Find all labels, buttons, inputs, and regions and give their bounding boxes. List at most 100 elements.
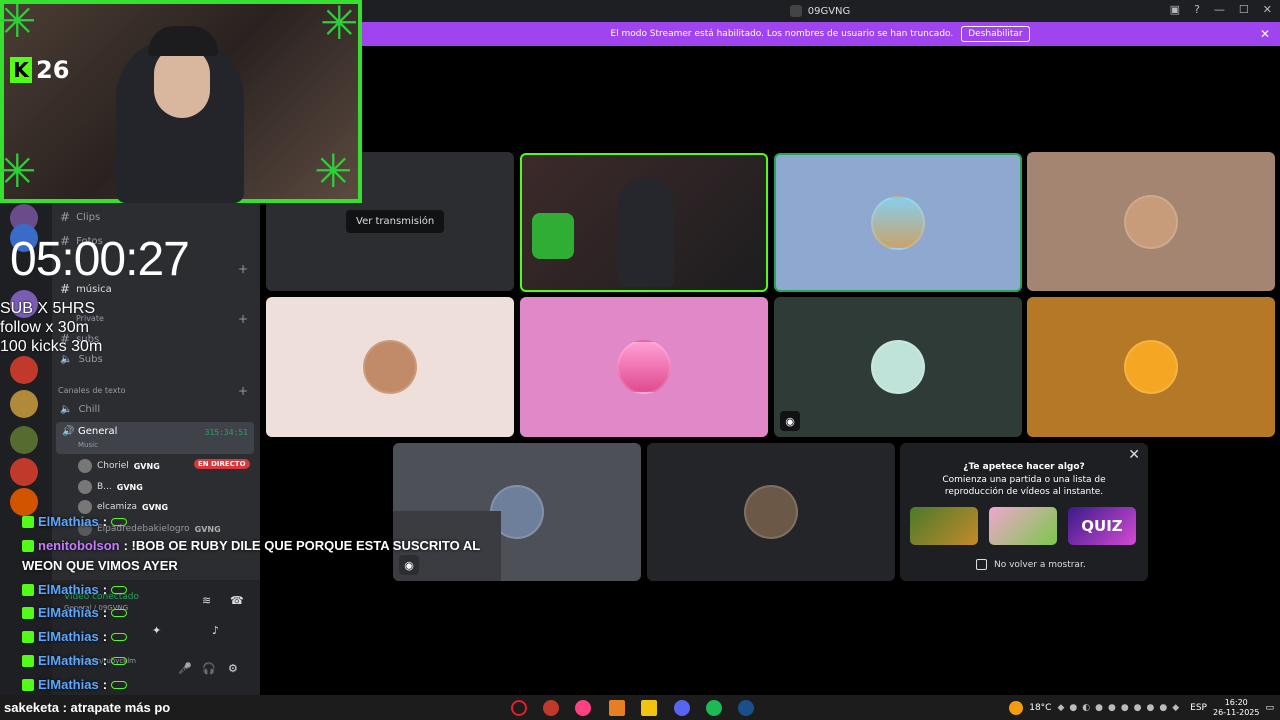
voice-member[interactable]: B... GVNG [78,480,143,494]
server-icon [789,5,802,17]
notification-icon[interactable]: ▭ [1265,703,1274,713]
cap [148,26,218,56]
participant-tile[interactable] [520,297,768,437]
opera-icon[interactable] [511,700,527,716]
close-popup-icon[interactable]: ✕ [1128,447,1140,463]
sub-badge-icon [111,680,128,689]
activity-icon[interactable]: ✦ [152,624,161,637]
guild-icon[interactable] [10,488,38,516]
app-icon[interactable] [609,700,625,716]
app-icon[interactable] [575,700,591,716]
chat-message: ElMathias: [22,677,128,692]
discord-icon[interactable] [674,700,690,716]
add-channel-icon[interactable]: + [238,312,248,326]
face [154,46,210,118]
activity-popup: ✕ ¿Te apetece hacer algo? Comienza una p… [900,443,1148,581]
chat-message: WEON QUE VIMOS AYER [22,558,178,573]
disable-button[interactable]: Deshabilitar [961,26,1030,42]
activity-subtitle: Comienza una partida o una lista de repr… [942,475,1106,497]
disconnect-icon[interactable]: ☎ [230,594,244,607]
weather-icon [1009,700,1024,715]
chat-message: ElMathias: [22,653,128,668]
badge-icon [22,630,34,643]
chat-message: ElMathias: [22,582,128,597]
avatar [871,195,925,250]
file-explorer-icon[interactable] [641,700,657,716]
headset-icon: ◉ [780,411,800,431]
avatar [871,340,925,394]
leaf-icon: ✳ [314,144,353,198]
live-badge: EN DIRECTO [194,459,250,469]
maximize-button[interactable]: ☐ [1239,3,1249,16]
category-text[interactable]: Canales de texto [58,386,126,395]
guild-icon[interactable] [10,458,38,486]
avatar [744,485,798,539]
avatar [1124,340,1178,394]
clock[interactable]: 16:20 26-11-2025 [1213,698,1260,718]
streamer-mode-banner: El modo Streamer está habilitado. Los no… [360,22,1280,46]
game-card[interactable] [910,507,978,545]
add-channel-icon[interactable]: + [238,262,248,276]
checkbox[interactable] [976,559,987,570]
window-title: 09GVNG [807,5,851,17]
voice-member[interactable]: elcamiza GVNG [78,500,168,514]
participant-tile[interactable] [774,153,1022,292]
activity-title: ¿Te apetece hacer algo? [963,462,1085,472]
close-button[interactable]: ✕ [1263,3,1272,16]
guild-icon[interactable] [10,426,38,454]
streamer-video-tile[interactable] [520,153,768,292]
participant-tile[interactable]: ◉ [774,297,1022,437]
sub-badge-icon [111,608,128,617]
help-icon[interactable]: ? [1194,3,1200,16]
headset-icon: ◉ [399,555,419,575]
hash-icon: # [60,210,71,224]
leaf-icon: ✳ [0,144,37,198]
subathon-timer: 05:00:27 [10,233,190,286]
quiz-game-card[interactable]: QUIZ [1068,507,1136,545]
voice-member[interactable]: Choriel GVNG [78,459,160,473]
minimize-button[interactable]: — [1214,3,1225,16]
chat-message: nenitobolson: !BOB OE RUBY DILE QUE PORQ… [22,538,480,553]
participant-tile[interactable] [266,297,514,437]
participant-tile[interactable] [1027,297,1275,437]
call-timer: 315:34:51 [204,428,248,437]
chat-message: ElMathias: [22,605,128,620]
dont-show-again[interactable]: No volver a mostrar. [976,559,1086,570]
guild-icon[interactable] [10,390,38,418]
guild-icon[interactable] [10,356,38,384]
channel-clips[interactable]: # Clips [60,210,100,224]
headphones-icon[interactable]: 🎧 [202,662,216,675]
noise-suppression-icon[interactable]: ≋ [202,594,211,607]
participant-tile[interactable]: ◉ [393,443,641,581]
inbox-icon[interactable]: ▣ [1170,3,1180,16]
language-indicator[interactable]: ESP [1190,703,1207,713]
badge-icon [22,654,34,667]
add-channel-icon[interactable]: + [238,384,248,398]
avatar [78,480,92,494]
temperature: 18°C [1029,702,1052,713]
steam-icon[interactable] [738,700,754,716]
avatar [1124,194,1178,249]
avatar [617,340,671,394]
channel-general[interactable]: 🔊 General 315:34:51 Music [56,422,254,454]
badge-icon [22,606,34,619]
kick-viewer-count: K 26 [10,56,69,84]
spotify-icon[interactable] [706,700,722,716]
watch-stream-tooltip[interactable]: Ver transmisión [346,210,445,233]
banner-close-icon[interactable]: ✕ [1260,27,1270,41]
channel-chill[interactable]: 🔈 Chill [60,404,100,415]
avatar [363,340,417,394]
tray-icons[interactable]: ◆●◐●●●●●●◆ [1057,703,1184,713]
participant-tile[interactable] [1027,152,1275,291]
participant-tile[interactable] [647,443,895,581]
sub-badge-icon [111,517,128,526]
sub-badge-icon [111,656,128,665]
speaker-icon: 🔊 [62,426,75,437]
obs-icon[interactable] [543,700,559,716]
leaf-icon: ✳ [0,0,37,48]
speaker-icon: 🔈 [60,404,73,415]
game-card[interactable] [989,507,1057,545]
soundboard-icon[interactable]: ♪ [212,624,219,637]
settings-gear-icon[interactable]: ⚙ [228,662,238,675]
microphone-icon[interactable]: 🎤 [178,662,192,675]
